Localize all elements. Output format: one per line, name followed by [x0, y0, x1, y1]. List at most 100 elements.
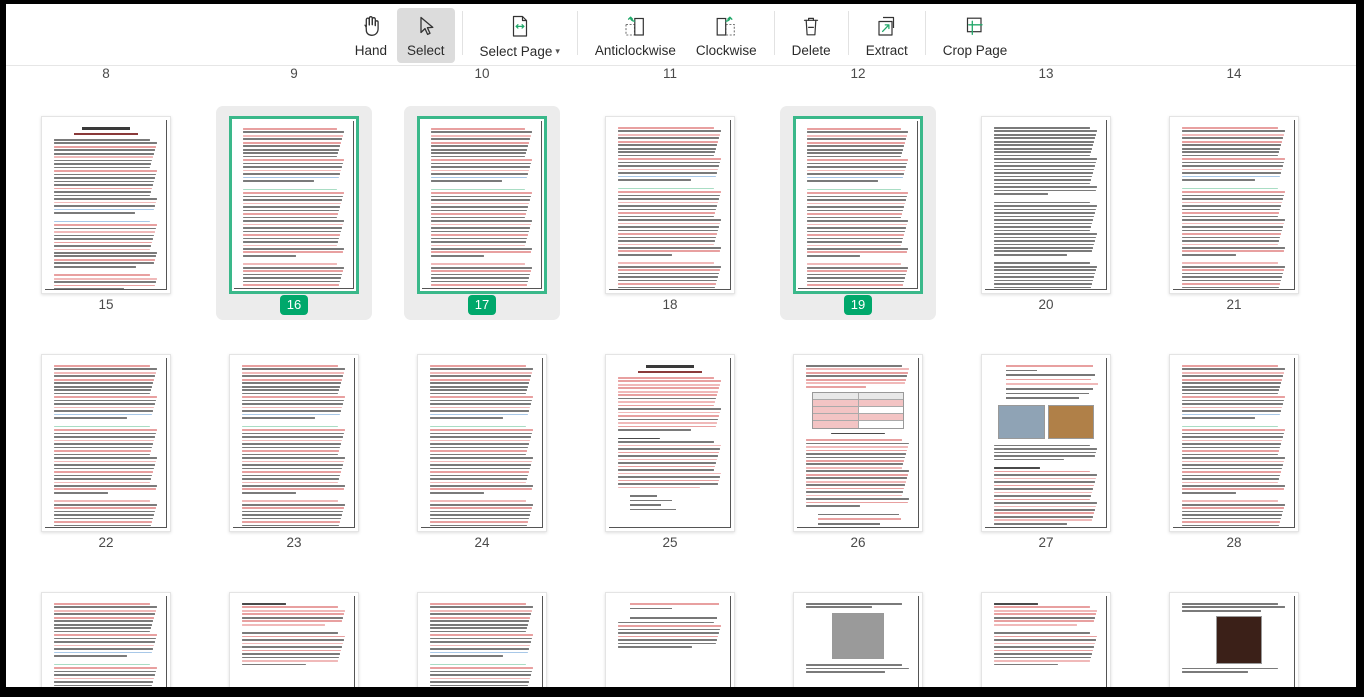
- page-thumbnail[interactable]: 23: [216, 344, 372, 558]
- page-cell-25[interactable]: 25: [576, 344, 764, 558]
- page-thumbnail[interactable]: 32: [592, 582, 748, 687]
- page-preview-30[interactable]: [229, 592, 359, 687]
- page-cell-16[interactable]: 16: [200, 106, 388, 320]
- page-preview-31[interactable]: [417, 592, 547, 687]
- page-cell-28[interactable]: 28: [1140, 344, 1328, 558]
- page-preview-16[interactable]: [229, 116, 359, 294]
- page-content: [985, 358, 1107, 528]
- select-tool-button[interactable]: Select: [397, 8, 455, 63]
- page-cell-32[interactable]: 32: [576, 582, 764, 687]
- toolbar-divider-4: [847, 11, 849, 55]
- page-preview-17[interactable]: [417, 116, 547, 294]
- page-cell: 11: [576, 66, 764, 82]
- page-thumbnail[interactable]: 18: [592, 106, 748, 320]
- page-cell-31[interactable]: 31: [388, 582, 576, 687]
- page-number-label: 25: [662, 535, 678, 550]
- page-cell: 13: [952, 66, 1140, 82]
- page-content: [797, 358, 919, 528]
- page-preview-15[interactable]: [41, 116, 171, 294]
- thumbnail-row-4-partial: 29 30 31 32 33 34 35: [6, 582, 1356, 687]
- page-thumbnail[interactable]: 31: [404, 582, 560, 687]
- select-page-button[interactable]: Select Page ▾: [470, 8, 570, 64]
- page-number-label: 11: [662, 66, 677, 81]
- page-content: [421, 358, 543, 528]
- page-cell: 14: [1140, 66, 1328, 82]
- page-cell-19[interactable]: 19: [764, 106, 952, 320]
- rotate-anticlockwise-button[interactable]: Anticlockwise: [585, 8, 686, 63]
- chevron-down-icon[interactable]: ▾: [555, 46, 560, 56]
- page-thumbnail[interactable]: 34: [968, 582, 1124, 687]
- page-cell-23[interactable]: 23: [200, 344, 388, 558]
- page-thumbnail[interactable]: 22: [28, 344, 184, 558]
- page-cell-35[interactable]: 35: [1140, 582, 1328, 687]
- row-spacer: [6, 82, 1356, 106]
- page-cell-30[interactable]: 30: [200, 582, 388, 687]
- page-thumbnail[interactable]: 15: [28, 106, 184, 320]
- page-content: [1173, 596, 1295, 687]
- page-preview-33[interactable]: [793, 592, 923, 687]
- page-thumbnail[interactable]: 20: [968, 106, 1124, 320]
- rotate-anticlockwise-label: Anticlockwise: [594, 43, 676, 58]
- page-number-label: 28: [1226, 535, 1242, 550]
- page-number-label: 15: [98, 297, 114, 312]
- page-cell-29[interactable]: 29: [12, 582, 200, 687]
- page-cell-15[interactable]: 15: [12, 106, 200, 320]
- selected-page-badge: 19: [843, 295, 873, 315]
- thumbnail-row-2: 15 16 17 18 19 20 21: [6, 106, 1356, 320]
- crop-page-button[interactable]: Crop Page: [933, 8, 1018, 63]
- page-thumbnail[interactable]: 35: [1156, 582, 1312, 687]
- rotate-clockwise-button[interactable]: Clockwise: [686, 8, 767, 63]
- page-content: [609, 358, 731, 528]
- page-content: [421, 596, 543, 687]
- page-preview-21[interactable]: [1169, 116, 1299, 294]
- page-preview-35[interactable]: [1169, 592, 1299, 687]
- page-thumbnail[interactable]: 30: [216, 582, 372, 687]
- page-preview-22[interactable]: [41, 354, 171, 532]
- page-number-badge: 16: [279, 294, 309, 316]
- page-preview-26[interactable]: [793, 354, 923, 532]
- page-thumbnail-selected[interactable]: 16: [216, 106, 372, 320]
- extract-button[interactable]: Extract: [856, 8, 918, 63]
- page-preview-28[interactable]: [1169, 354, 1299, 532]
- page-cell-33[interactable]: 33: [764, 582, 952, 687]
- page-number-label: 18: [662, 297, 678, 312]
- page-preview-24[interactable]: [417, 354, 547, 532]
- page-preview-23[interactable]: [229, 354, 359, 532]
- hand-icon: [356, 12, 386, 40]
- page-thumbnail-selected[interactable]: 19: [780, 106, 936, 320]
- page-thumbnail[interactable]: 24: [404, 344, 560, 558]
- page-preview-27[interactable]: [981, 354, 1111, 532]
- page-thumbnail[interactable]: 29: [28, 582, 184, 687]
- page-cell-34[interactable]: 34: [952, 582, 1140, 687]
- page-thumbnail[interactable]: 28: [1156, 344, 1312, 558]
- page-preview-29[interactable]: [41, 592, 171, 687]
- page-thumbnail[interactable]: 27: [968, 344, 1124, 558]
- delete-button[interactable]: Delete: [782, 8, 841, 63]
- page-cell-17[interactable]: 17: [388, 106, 576, 320]
- page-number-badge: 17: [467, 294, 497, 316]
- page-thumbnail[interactable]: 25: [592, 344, 748, 558]
- page-cell-20[interactable]: 20: [952, 106, 1140, 320]
- page-preview-20[interactable]: [981, 116, 1111, 294]
- toolbar-divider-1: [461, 11, 463, 55]
- page-number-label: 22: [98, 535, 114, 550]
- page-thumbnail-selected[interactable]: 17: [404, 106, 560, 320]
- page-preview-18[interactable]: [605, 116, 735, 294]
- page-number-label: 23: [286, 535, 302, 550]
- page-preview-25[interactable]: [605, 354, 735, 532]
- page-preview-19[interactable]: [793, 116, 923, 294]
- page-preview-34[interactable]: [981, 592, 1111, 687]
- page-cell-22[interactable]: 22: [12, 344, 200, 558]
- page-thumbnail[interactable]: 21: [1156, 106, 1312, 320]
- page-cell-24[interactable]: 24: [388, 344, 576, 558]
- page-thumbnail[interactable]: 33: [780, 582, 936, 687]
- page-thumbnail[interactable]: 26: [780, 344, 936, 558]
- hand-tool-button[interactable]: Hand: [345, 8, 397, 63]
- page-cell-27[interactable]: 27: [952, 344, 1140, 558]
- page-content: [609, 596, 731, 687]
- page-cell-21[interactable]: 21: [1140, 106, 1328, 320]
- page-cell-18[interactable]: 18: [576, 106, 764, 320]
- page-cell-26[interactable]: 26: [764, 344, 952, 558]
- page-preview-32[interactable]: [605, 592, 735, 687]
- page-thumbnail-grid[interactable]: 8 9 10 11 12 13 14 15 16 17 18 19 20 21 22 23 24…: [6, 66, 1356, 687]
